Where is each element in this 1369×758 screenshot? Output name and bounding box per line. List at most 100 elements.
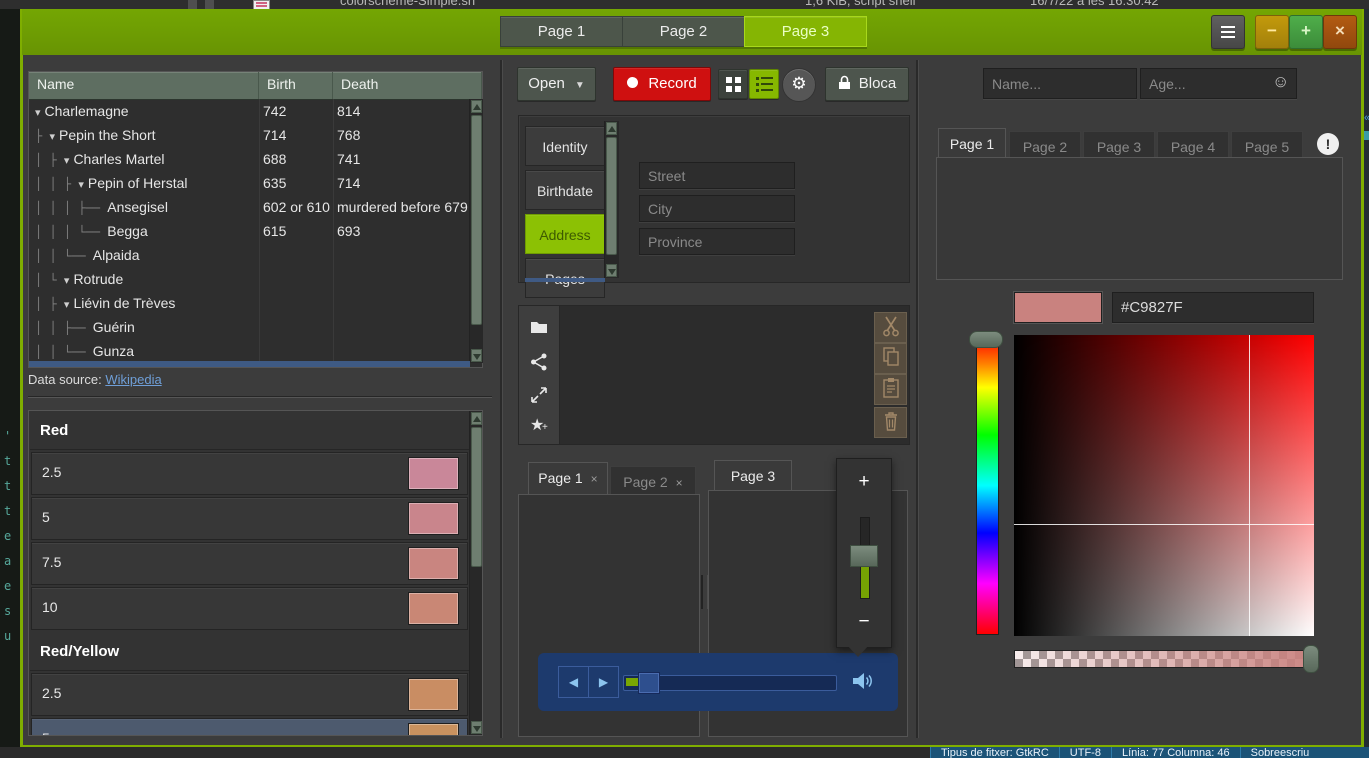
titlebar-tab-page-1[interactable]: Page 1 [500,16,622,47]
expander-icon[interactable]: ▾ [78,179,84,191]
scroll-thumb[interactable] [606,137,617,255]
name-input[interactable] [983,68,1137,99]
scroll-thumb[interactable] [471,427,482,567]
folder-icon[interactable] [530,318,548,336]
seek-handle[interactable] [638,672,660,694]
person-name: Gunza [93,343,134,359]
scroll-up-button[interactable] [606,122,617,135]
sidebar-item-birthdate[interactable]: Birthdate [525,170,605,210]
alpha-slider-handle[interactable] [1303,645,1319,673]
scroll-up-button[interactable] [471,412,482,425]
scroll-down-button[interactable] [471,721,482,734]
tree-row[interactable]: │ ├ ▾Charles Martel 688 741 [29,147,469,171]
grid-view-toggle[interactable] [718,69,748,99]
alpha-slider[interactable] [1014,650,1315,668]
close-tab-icon[interactable]: × [591,472,598,486]
family-tree-view[interactable]: Name Birth Death ▾Charlemagne 742 814 ├ … [28,71,483,368]
seek-slider[interactable] [623,675,837,691]
color-list-item[interactable]: 2.5 [31,673,468,716]
page-tab-page-5[interactable]: Page 5 [1231,131,1303,158]
tab-page-1[interactable]: Page 1× [528,462,608,495]
next-button[interactable]: ▶ [588,666,619,698]
fullscreen-icon[interactable] [530,384,548,402]
wikipedia-link[interactable]: Wikipedia [105,372,161,387]
expander-icon[interactable]: ▾ [35,107,41,119]
delete-button[interactable] [874,407,907,438]
tree-row[interactable]: │ │ ├── Guérin [29,315,469,339]
province-field[interactable] [639,228,795,255]
city-field[interactable] [639,195,795,222]
volume-slider-handle[interactable] [850,545,878,567]
tab-page-3[interactable]: Page 3 [714,460,792,491]
volume-up-button[interactable]: + [837,471,891,493]
color-list-item[interactable]: 2.5 [31,452,468,495]
tree-row[interactable]: │ │ │ ├── Ansegisel 602 or 610 murdered … [29,195,469,219]
volume-down-button[interactable]: − [837,611,891,633]
expander-icon[interactable]: ▾ [64,275,70,287]
list-vscrollbar[interactable] [469,411,483,735]
volume-button[interactable] [850,669,874,693]
sidebar-selection-strip [525,278,605,282]
page-tab-page-2[interactable]: Page 2 [1009,131,1081,158]
color-list-item[interactable]: 10 [31,587,468,630]
color-list-item[interactable]: 5 [31,718,468,736]
munsell-color-list[interactable]: Red 2.5 5 7.5 10 Red/Yellow 2.5 5 [28,410,483,736]
alert-icon[interactable]: ! [1317,133,1339,155]
scroll-down-button[interactable] [606,264,617,277]
tree-row[interactable]: │ ├ ▾Liévin de Trèves [29,291,469,315]
tree-vscrollbar[interactable] [469,99,483,363]
cut-button[interactable] [874,312,907,343]
page-tab-page-4[interactable]: Page 4 [1157,131,1229,158]
scroll-down-button[interactable] [471,349,482,362]
tree-row[interactable]: ├ ▾Pepin the Short 714 768 [29,123,469,147]
close-button[interactable]: × [1323,15,1357,49]
color-list-item[interactable]: 5 [31,497,468,540]
page-tab-page-1[interactable]: Page 1 [938,128,1006,158]
tree-row[interactable]: │ │ │ └── Begga 615 693 [29,219,469,243]
titlebar-tab-page-3[interactable]: Page 3 [744,16,867,47]
list-view-toggle[interactable] [749,69,779,99]
minimize-button[interactable]: − [1255,15,1289,49]
form-vscrollbar[interactable] [604,121,619,278]
column-header-name[interactable]: Name [29,72,259,99]
hex-color-input[interactable] [1112,292,1314,323]
expander-icon[interactable]: ▾ [64,155,70,167]
close-tab-icon[interactable]: × [676,476,683,490]
titlebar-tab-page-2[interactable]: Page 2 [622,16,744,47]
page-tab-page-3[interactable]: Page 3 [1083,131,1155,158]
column-header-death[interactable]: Death [333,72,482,99]
street-field[interactable] [639,162,795,189]
share-icon[interactable] [530,351,548,369]
sidebar-item-identity[interactable]: Identity [525,126,605,166]
column-header-birth[interactable]: Birth [259,72,333,99]
settings-gear-button[interactable]: ⚙ [782,68,816,102]
maximize-button[interactable]: + [1289,15,1323,49]
tab-page-2[interactable]: Page 2× [610,466,696,496]
tree-row[interactable]: ▾Charlemagne 742 814 [29,99,469,123]
previous-button[interactable]: ◀ [558,666,589,698]
scroll-up-button[interactable] [471,100,482,113]
scroll-thumb[interactable] [471,115,482,325]
open-button[interactable]: Open▼ [517,67,596,101]
emoji-icon[interactable]: ☺ [1272,72,1289,92]
birth-year: 615 [263,219,333,243]
tree-hscrollbar[interactable] [29,361,470,367]
hue-slider-handle[interactable] [969,331,1003,348]
record-button[interactable]: Record [613,67,711,101]
panel-separator [500,60,502,738]
hue-slider[interactable] [976,336,999,635]
copy-button[interactable] [874,343,907,374]
tree-row[interactable]: │ │ ├ ▾Pepin of Herstal 635 714 [29,171,469,195]
menu-button[interactable] [1211,15,1245,49]
tree-row[interactable]: │ │ └── Alpaida [29,243,469,267]
lock-button[interactable]: Bloca [825,67,909,101]
paste-button[interactable] [874,374,907,405]
sidebar-item-address[interactable]: Address [525,214,605,254]
expander-icon[interactable]: ▾ [64,299,70,311]
tree-row[interactable]: │ │ └── Gunza [29,339,469,363]
color-list-item[interactable]: 7.5 [31,542,468,585]
tree-row[interactable]: │ └ ▾Rotrude [29,267,469,291]
star-plus-icon[interactable]: ★+ [530,415,548,433]
saturation-value-plane[interactable] [1014,335,1314,636]
expander-icon[interactable]: ▾ [49,131,55,143]
